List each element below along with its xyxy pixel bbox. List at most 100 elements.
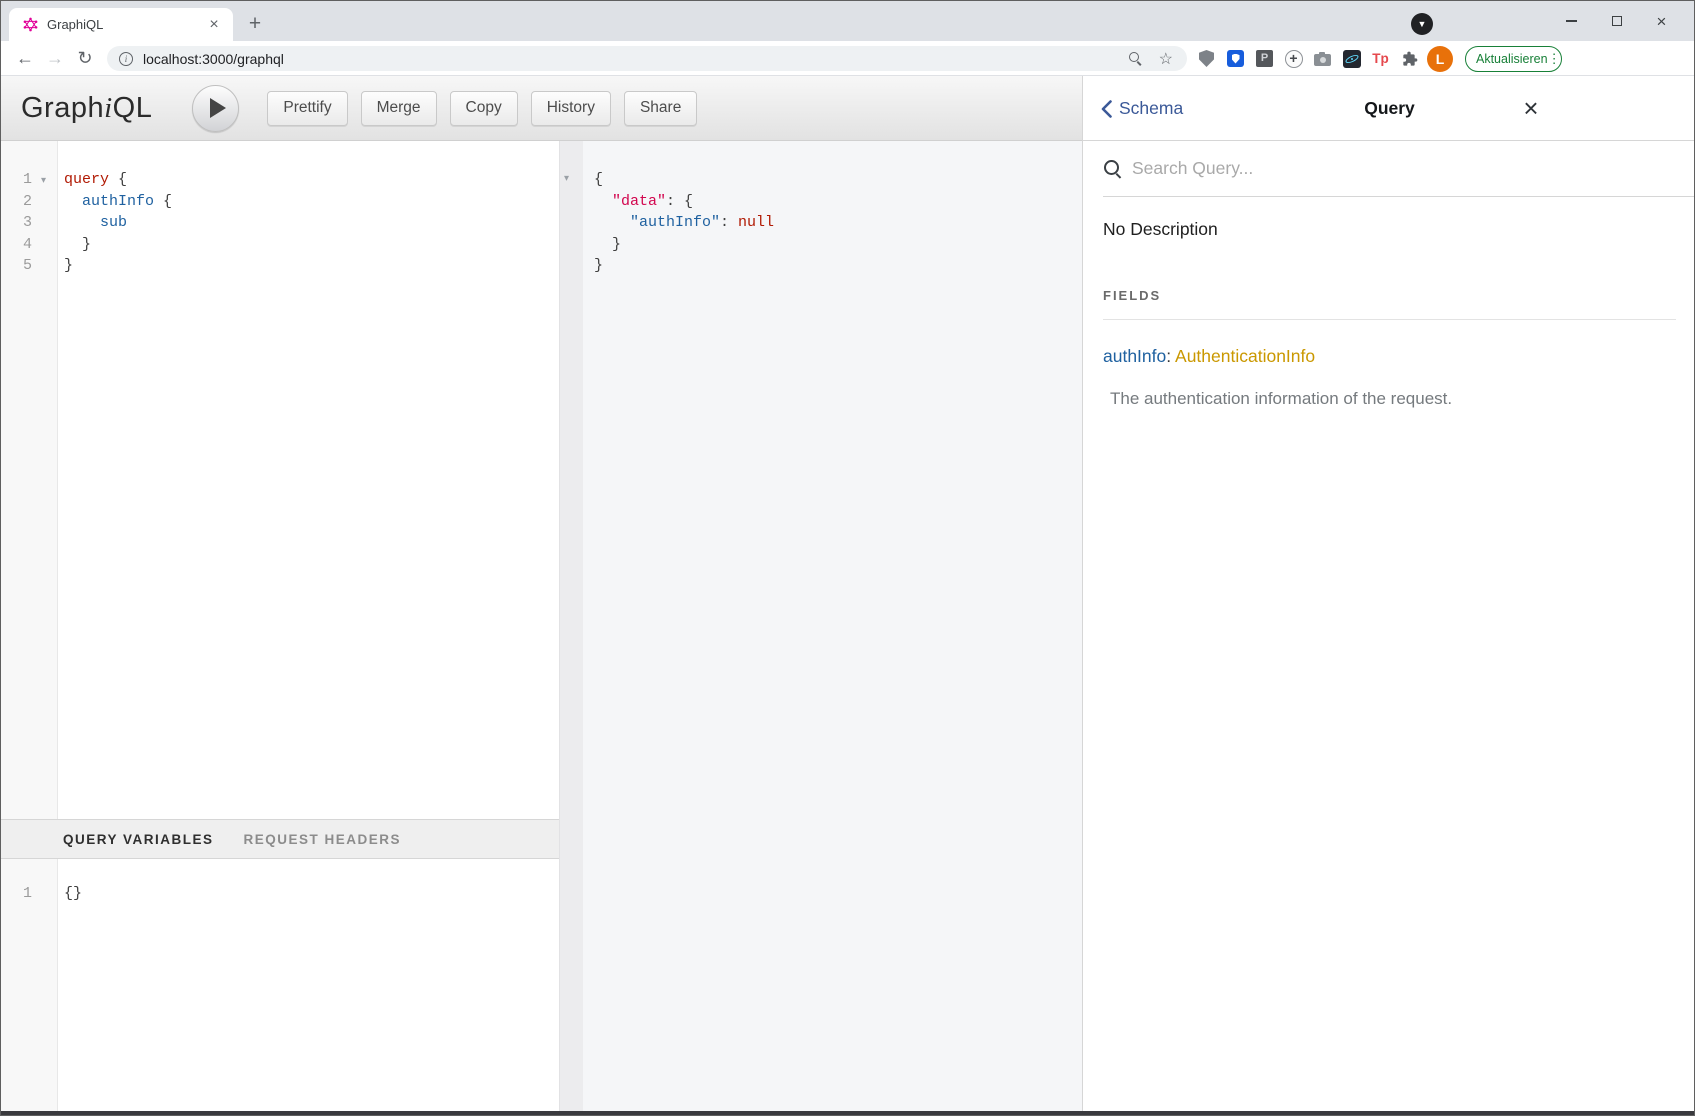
tab-request-headers[interactable]: REQUEST HEADERS: [244, 832, 402, 847]
tab-search-button[interactable]: ▼: [1411, 13, 1433, 35]
fold-gutter: [41, 212, 59, 234]
code-line: }: [583, 255, 1082, 277]
code-line: "data": {: [583, 191, 1082, 213]
code-text: {: [589, 169, 1082, 191]
maximize-button[interactable]: [1594, 1, 1639, 41]
type-description: No Description: [1103, 219, 1676, 240]
extensions-row: P + Tp L: [1192, 41, 1456, 76]
close-icon: ×: [1657, 13, 1667, 30]
code-text: }: [589, 255, 1082, 277]
doc-body: No Description FIELDS authInfo: Authenti…: [1083, 197, 1695, 409]
url-text[interactable]: localhost:3000/graphql: [143, 51, 284, 67]
minimize-icon: [1566, 20, 1577, 22]
update-label: Aktualisieren: [1476, 52, 1548, 66]
code-line: 2 authInfo {: [1, 191, 559, 213]
merge-button[interactable]: Merge: [361, 91, 437, 126]
fields-heading: FIELDS: [1103, 288, 1676, 320]
doc-search-input[interactable]: [1132, 158, 1562, 179]
react-devtools-icon[interactable]: [1337, 50, 1366, 68]
code-line: 5}: [1, 255, 559, 277]
code-line: 3 sub: [1, 212, 559, 234]
graphiql-toolbar-buttons: Prettify Merge Copy History Share: [267, 91, 697, 126]
doc-close-button[interactable]: ×: [1511, 76, 1551, 141]
new-tab-button[interactable]: +: [241, 11, 269, 39]
forward-button[interactable]: →: [41, 44, 69, 72]
line-number: 3: [1, 212, 41, 234]
close-window-button[interactable]: ×: [1639, 1, 1684, 41]
back-button[interactable]: ←: [11, 44, 39, 72]
adblock-shield-icon[interactable]: [1192, 50, 1221, 67]
profile-avatar[interactable]: L: [1424, 46, 1456, 72]
tab-title: GraphiQL: [47, 17, 205, 32]
code-text: "data": {: [589, 191, 1082, 213]
browser-toolbar: ← → ↻ i localhost:3000/graphql ☆ P + Tp …: [1, 41, 1694, 76]
result-fold-icon[interactable]: ▾: [564, 173, 569, 184]
query-editor[interactable]: 1▾query {2 authInfo {3 sub4 }5}: [1, 141, 559, 819]
window-bottom-edge: [1, 1111, 1694, 1115]
tp-extension-icon[interactable]: Tp: [1366, 51, 1395, 66]
execute-query-button[interactable]: [192, 85, 239, 132]
code-text: "authInfo": null: [589, 212, 1082, 234]
code-line: 4 }: [1, 234, 559, 256]
tab-strip: GraphiQL × + ▼ ×: [1, 1, 1694, 41]
code-text: }: [59, 234, 559, 256]
bitwarden-icon[interactable]: [1221, 50, 1250, 67]
menu-kebab-icon: ⋮: [1548, 51, 1561, 67]
code-line: "authInfo": null: [583, 212, 1082, 234]
bookmark-star-icon[interactable]: ☆: [1159, 49, 1173, 69]
history-button[interactable]: History: [531, 91, 611, 126]
variables-editor[interactable]: 1 {}: [1, 859, 559, 1113]
prettify-button[interactable]: Prettify: [267, 91, 347, 126]
fold-gutter: [41, 234, 59, 256]
code-line: 1▾query {: [1, 169, 559, 191]
variables-tab-bar: QUERY VARIABLES REQUEST HEADERS: [1, 819, 559, 859]
copy-button[interactable]: Copy: [450, 91, 518, 126]
code-text: {}: [59, 883, 559, 905]
address-bar[interactable]: i localhost:3000/graphql ☆: [107, 46, 1187, 71]
fold-gutter: [41, 883, 59, 905]
share-button[interactable]: Share: [624, 91, 697, 126]
browser-update-button[interactable]: Aktualisieren ⋮: [1465, 46, 1562, 72]
doc-explorer-header: Schema Query ×: [1083, 76, 1695, 141]
line-number: 1: [1, 169, 41, 192]
tab-close-icon[interactable]: ×: [205, 16, 223, 34]
code-text: authInfo {: [59, 191, 559, 213]
maximize-icon: [1612, 16, 1622, 26]
window-controls: ×: [1549, 1, 1684, 41]
fold-gutter: [41, 191, 59, 213]
graphiql-topbar: GraphiQL Prettify Merge Copy History Sha…: [1, 76, 1082, 141]
minimize-button[interactable]: [1549, 1, 1594, 41]
pane-divider[interactable]: [559, 141, 583, 1113]
camera-extension-icon[interactable]: [1308, 52, 1337, 66]
extensions-puzzle-icon[interactable]: [1395, 51, 1424, 67]
page-info-icon[interactable]: i: [119, 52, 133, 66]
browser-tab[interactable]: GraphiQL ×: [9, 8, 233, 41]
code-line: {: [583, 169, 1082, 191]
field-colon: :: [1166, 346, 1175, 366]
line-number: 5: [1, 255, 41, 277]
result-viewer: { "data": { "authInfo": null }}: [583, 141, 1082, 1113]
code-text: }: [589, 234, 1082, 256]
reload-button[interactable]: ↻: [71, 44, 99, 72]
search-icon: [1103, 159, 1122, 178]
doc-explorer-panel: Schema Query × No Description FIELDS aut…: [1082, 76, 1695, 1113]
graphql-favicon-icon: [23, 17, 38, 32]
tab-query-variables[interactable]: QUERY VARIABLES: [63, 832, 214, 847]
zoom-icon[interactable]: [1128, 51, 1143, 66]
field-item: authInfo: AuthenticationInfo: [1103, 346, 1676, 367]
fold-arrow-icon[interactable]: ▾: [41, 169, 59, 192]
line-number: 2: [1, 191, 41, 213]
p-extension-icon[interactable]: P: [1250, 50, 1279, 67]
graphiql-logo: GraphiQL: [21, 92, 152, 125]
field-name-link[interactable]: authInfo: [1103, 346, 1166, 366]
code-line: 1 {}: [1, 883, 559, 905]
fold-gutter: [41, 255, 59, 277]
doc-search-box: [1103, 141, 1695, 197]
code-line: }: [583, 234, 1082, 256]
line-number: 1: [1, 883, 41, 905]
play-icon: [210, 98, 226, 118]
field-type-link[interactable]: AuthenticationInfo: [1175, 346, 1315, 366]
move-extension-icon[interactable]: +: [1279, 50, 1308, 68]
field-description: The authentication information of the re…: [1110, 389, 1676, 409]
code-text: }: [59, 255, 559, 277]
